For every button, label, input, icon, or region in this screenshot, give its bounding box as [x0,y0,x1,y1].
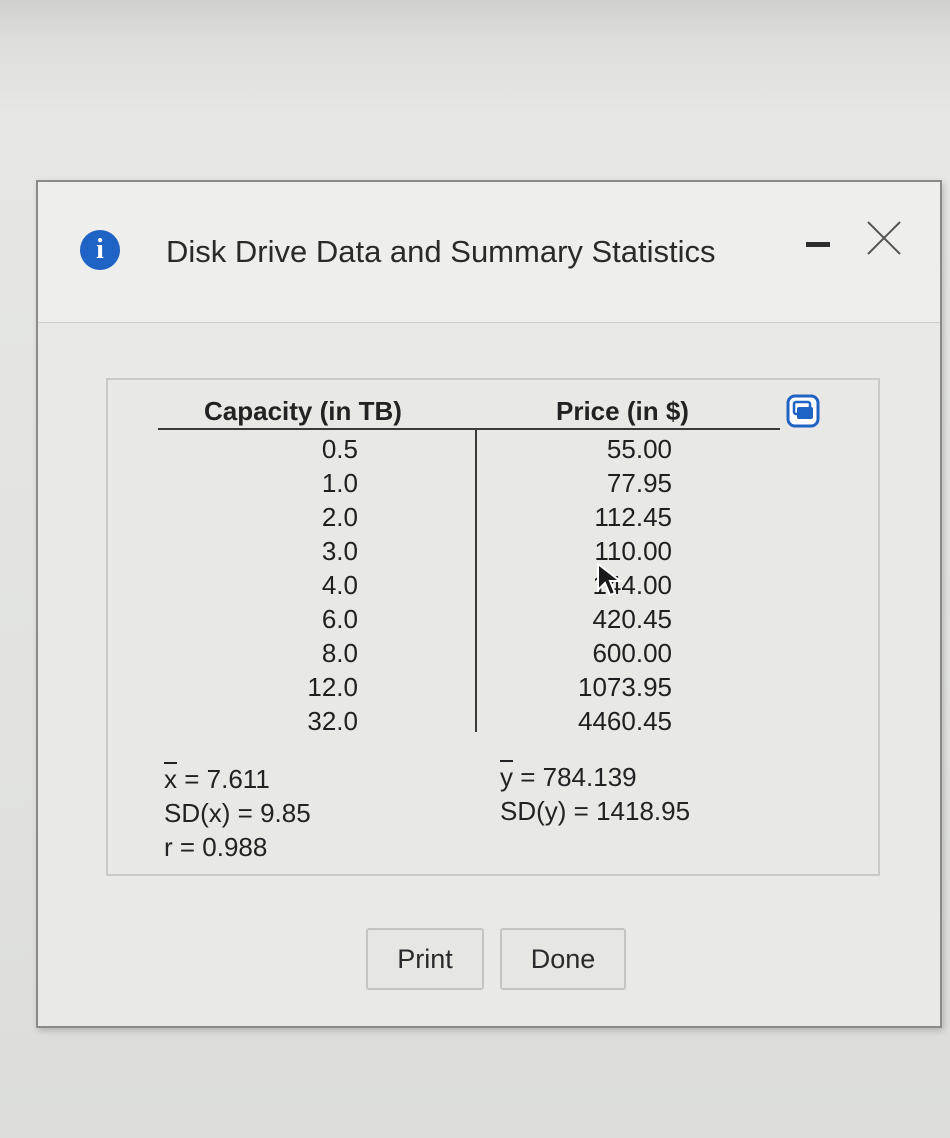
capacity-cell: 2.0 [321,502,358,532]
mean-x-stat: x = 7.611 [164,762,270,796]
mouse-cursor-icon [596,561,626,598]
y-bar-symbol: y [500,762,513,792]
price-cell: 600.00 [592,638,672,668]
sd-y-stat: SD(y) = 1418.95 [500,796,691,826]
mean-x-value: = 7.611 [184,764,270,794]
summary-statistics-dialog: i Disk Drive Data and Summary Statistics… [36,180,942,1028]
sd-x-stat: SD(x) = 9.85 [164,798,311,828]
dialog-titlebar: i Disk Drive Data and Summary Statistics [38,182,940,323]
data-panel: Capacity (in TB) Price (in $) 0.5 1.0 2.… [106,378,880,876]
info-icon: i [80,230,120,270]
capacity-cell: 1.0 [321,468,358,498]
column-divider [475,428,477,732]
print-button[interactable]: Print [366,928,484,990]
mean-y-stat: y = 784.139 [500,760,637,794]
capacity-cell: 32.0 [307,706,358,736]
price-cell: 112.45 [594,502,672,532]
capacity-cell: 8.0 [321,638,358,668]
price-column-header: Price (in $) [556,396,689,426]
capacity-cell: 6.0 [321,604,358,634]
price-cell: 4460.45 [578,706,672,736]
capacity-cell: 0.5 [321,434,358,464]
capacity-cell: 12.0 [307,672,358,702]
screen-edge [0,0,950,44]
price-cell: 420.45 [592,604,672,634]
dialog-title: Disk Drive Data and Summary Statistics [166,234,716,269]
done-button[interactable]: Done [500,928,626,990]
x-bar-symbol: x [164,764,177,794]
capacity-cell: 4.0 [321,570,358,600]
capacity-cell: 3.0 [321,536,358,566]
capacity-column: 0.5 1.0 2.0 3.0 4.0 6.0 8.0 12.0 32.0 [258,432,358,738]
minimize-icon[interactable] [798,230,838,260]
price-cell: 1073.95 [578,672,672,702]
close-icon[interactable] [862,216,906,260]
price-cell: 55.00 [606,434,672,464]
capacity-column-header: Capacity (in TB) [204,396,402,426]
price-cell: 77.95 [606,468,672,498]
copy-to-clipboard-icon[interactable] [786,394,820,428]
mean-y-value: = 784.139 [520,762,637,792]
header-rule [158,428,780,430]
correlation-stat: r = 0.988 [164,832,268,862]
